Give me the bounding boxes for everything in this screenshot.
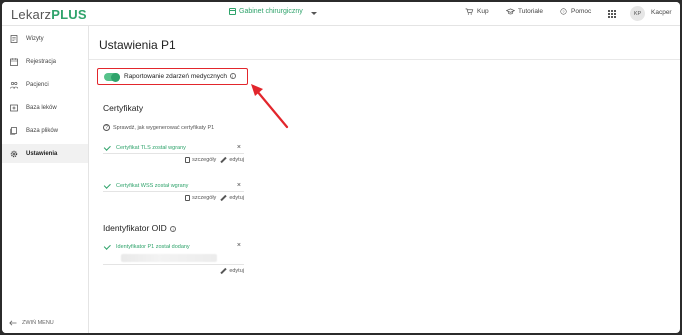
question-icon: ? [103, 124, 110, 131]
sidebar-item-label: Baza leków [26, 104, 57, 111]
remove-icon[interactable]: × [237, 182, 241, 189]
check-icon [103, 181, 111, 189]
edit-button[interactable]: edytuj [220, 267, 244, 275]
medical-events-reporting-toggle[interactable] [104, 72, 120, 82]
medicine-icon [10, 104, 18, 111]
sidebar-item-medicines[interactable]: Baza leków [2, 98, 88, 117]
toggle-label: Raportowanie zdarzeń medycznych [124, 73, 227, 80]
check-icon [103, 242, 111, 250]
oid-actions: edytuj [103, 267, 244, 275]
edit-button[interactable]: edytuj [220, 156, 244, 164]
main-content: Ustawienia P1 Raportowanie zdarzeń medyc… [89, 26, 680, 333]
divider [89, 59, 680, 60]
divider [103, 264, 244, 265]
document-icon [185, 195, 191, 201]
sidebar-item-label: Wizyty [26, 35, 44, 42]
files-icon [10, 126, 17, 135]
sidebar-item-label: Pacjenci [26, 81, 49, 88]
gear-icon [10, 150, 18, 157]
nav-tutorials-label: Tutoriale [518, 8, 544, 15]
arrow-left-icon [9, 320, 17, 326]
certificate-actions: szczegóły edytuj [103, 156, 244, 164]
nav-buy[interactable]: Kup [465, 8, 489, 15]
help-circle-icon: ? [560, 8, 567, 15]
oid-status: Identyfikator P1 został dodany [116, 243, 190, 250]
certificate-actions: szczegóły edytuj [103, 194, 244, 202]
certificates-help-link[interactable]: ? Sprawdź, jak wygenerować certyfikaty P… [103, 124, 214, 131]
document-icon [185, 157, 191, 163]
calendar-icon [229, 8, 236, 15]
highlighted-setting: Raportowanie zdarzeń medycznych i [97, 68, 248, 85]
patients-icon [10, 81, 18, 89]
top-header: LekarzPLUS Gabinet chirurgiczny Kup Tuto… [2, 2, 680, 26]
nav-help[interactable]: ? Pomoc [559, 8, 591, 15]
page-title: Ustawienia P1 [99, 38, 176, 52]
nav-tutorials[interactable]: Tutoriale [506, 8, 543, 15]
details-button[interactable]: szczegóły [185, 195, 216, 201]
nav-help-label: Pomoc [571, 8, 592, 15]
registration-icon [10, 57, 18, 66]
details-button[interactable]: szczegóły [185, 157, 216, 163]
collapse-menu-label: ZWIŃ MENU [22, 320, 54, 326]
sidebar-item-label: Rejestracja [26, 58, 57, 65]
certificate-status-row: Certyfikat WSS został wgrany × [103, 181, 244, 192]
redacted-oid-value [121, 254, 217, 262]
sidebar-item-registration[interactable]: Rejestracja [2, 52, 88, 71]
edit-button[interactable]: edytuj [220, 194, 244, 202]
sidebar-item-settings[interactable]: Ustawienia [2, 144, 88, 163]
apps-grid-icon[interactable] [608, 10, 616, 18]
oid-status-row: Identyfikator P1 został dodany × [103, 241, 244, 252]
check-icon [103, 143, 111, 151]
sidebar-item-visits[interactable]: Wizyty [2, 29, 88, 48]
clinic-name: Gabinet chirurgiczny [239, 8, 303, 15]
certificates-help-text: Sprawdź, jak wygenerować certyfikaty P1 [113, 124, 215, 131]
svg-text:?: ? [562, 10, 564, 14]
certificate-status-row: Certyfikat TLS został wgrany × [103, 143, 244, 154]
oid-identifier: Identyfikator P1 został dodany × edytuj [103, 241, 244, 275]
pencil-icon [220, 156, 227, 164]
sidebar-item-files[interactable]: Baza plików [2, 121, 88, 140]
cart-icon [465, 8, 474, 15]
remove-icon[interactable]: × [237, 144, 241, 151]
visits-icon [10, 34, 18, 43]
sidebar: Wizyty Rejestracja Pacjenci Baza leków B… [2, 26, 89, 333]
sidebar-item-label: Ustawienia [26, 150, 58, 157]
certificate-status: Certyfikat TLS został wgrany [116, 145, 186, 151]
certificates-heading: Certyfikaty [103, 103, 144, 113]
avatar[interactable]: KP [630, 6, 645, 21]
collapse-menu-button[interactable]: ZWIŃ MENU [9, 320, 54, 326]
certificate-status: Certyfikat WSS został wgrany [116, 183, 189, 189]
chevron-down-icon[interactable] [311, 12, 317, 15]
certificate-tls: Certyfikat TLS został wgrany × szczegóły… [103, 143, 244, 164]
red-arrow-annotation [251, 84, 289, 129]
pencil-icon [220, 194, 227, 202]
pencil-icon [220, 267, 227, 275]
sidebar-item-patients[interactable]: Pacjenci [2, 75, 88, 94]
info-icon[interactable]: i [170, 225, 177, 232]
certificate-wss: Certyfikat WSS został wgrany × szczegóły… [103, 181, 244, 202]
info-icon[interactable]: i [229, 73, 236, 80]
oid-heading: Identyfikator OID i [103, 223, 177, 233]
user-name[interactable]: Kacper [651, 9, 672, 16]
nav-buy-label: Kup [477, 8, 489, 15]
app-window: LekarzPLUS Gabinet chirurgiczny Kup Tuto… [2, 2, 680, 333]
oid-heading-text: Identyfikator OID [103, 223, 167, 233]
app-logo[interactable]: LekarzPLUS [11, 7, 87, 22]
toggle-label-wrap: Raportowanie zdarzeń medycznych i [124, 73, 236, 80]
graduation-cap-icon [506, 8, 515, 15]
clinic-selector[interactable]: Gabinet chirurgiczny [229, 8, 303, 15]
remove-icon[interactable]: × [237, 242, 241, 249]
sidebar-item-label: Baza plików [26, 127, 59, 134]
